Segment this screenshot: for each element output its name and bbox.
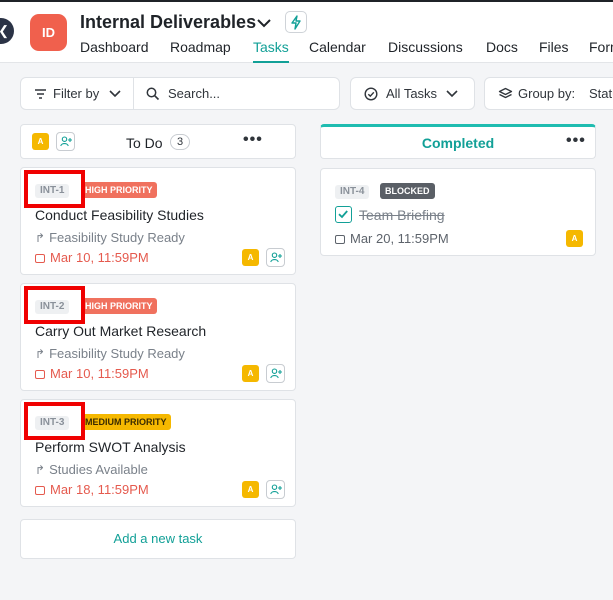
tab-calendar[interactable]: Calendar — [309, 39, 366, 63]
calendar-icon — [35, 254, 45, 263]
task-subtitle: ↱ Feasibility Study Ready — [35, 346, 185, 361]
project-badge: ID — [30, 14, 67, 51]
column-title: Completed — [421, 135, 495, 151]
calendar-icon — [35, 370, 45, 379]
add-user-icon — [270, 484, 282, 495]
checkmark-icon — [338, 210, 348, 219]
due-date: Mar 20, 11:59PM — [335, 231, 449, 246]
arrow-icon: ↱ — [35, 231, 46, 245]
priority-badge: HIGH PRIORITY — [81, 182, 157, 198]
arrow-icon: ↱ — [35, 463, 46, 477]
tab-files[interactable]: Files — [539, 39, 569, 63]
project-title[interactable]: Internal Deliverables — [80, 12, 256, 33]
layers-icon — [498, 87, 513, 99]
group-by-value: Status — [589, 86, 613, 101]
avatar[interactable]: A — [32, 133, 49, 150]
all-tasks-dropdown[interactable]: All Tasks — [350, 77, 475, 110]
search-input[interactable]: Search... — [168, 86, 220, 101]
avatar[interactable]: A — [242, 481, 259, 498]
highlight-box — [24, 170, 85, 208]
task-title[interactable]: Conduct Feasibility Studies — [35, 207, 204, 223]
due-date: Mar 10, 11:59PM — [35, 366, 149, 381]
more-options-icon[interactable]: ••• — [243, 132, 263, 148]
calendar-icon — [335, 235, 345, 244]
tab-dashboard[interactable]: Dashboard — [80, 39, 149, 63]
avatar[interactable]: A — [566, 230, 583, 247]
divider — [133, 78, 134, 109]
add-user-icon — [270, 368, 282, 379]
add-user-icon — [60, 136, 72, 147]
add-task-button[interactable]: Add a new task — [20, 519, 296, 559]
column-header-todo: A To Do 3 ••• — [20, 124, 296, 159]
avatar[interactable]: A — [242, 249, 259, 266]
task-title[interactable]: Carry Out Market Research — [35, 323, 206, 339]
highlight-box — [24, 402, 85, 440]
filter-search-bar: Filter by Search... — [20, 77, 340, 110]
assign-user-button[interactable] — [266, 248, 285, 267]
assign-user-button[interactable] — [266, 364, 285, 383]
calendar-icon — [35, 486, 45, 495]
task-checkbox[interactable] — [335, 206, 352, 223]
chevron-down-icon[interactable] — [255, 14, 273, 32]
bolt-icon — [291, 15, 301, 30]
automation-button[interactable] — [285, 11, 307, 33]
task-title[interactable]: Team Briefing — [359, 207, 445, 223]
due-date: Mar 18, 11:59PM — [35, 482, 149, 497]
highlight-box — [24, 286, 85, 324]
tab-tasks[interactable]: Tasks — [253, 39, 289, 63]
filter-icon — [35, 89, 46, 99]
task-count-badge: 3 — [170, 134, 190, 150]
avatar[interactable]: A — [242, 365, 259, 382]
assign-user-button[interactable] — [56, 132, 75, 151]
add-user-icon — [270, 252, 282, 263]
group-by-dropdown[interactable]: Group by: Status — [484, 77, 613, 110]
tab-discussions[interactable]: Discussions — [388, 39, 463, 63]
more-options-icon[interactable]: ••• — [566, 133, 586, 149]
task-title[interactable]: Perform SWOT Analysis — [35, 439, 186, 455]
chevron-down-icon[interactable] — [109, 89, 121, 99]
search-icon — [146, 87, 160, 101]
top-bar: ❮ ID Internal Deliverables Dashboard Roa… — [0, 0, 613, 63]
arrow-icon: ↱ — [35, 347, 46, 361]
task-id: INT-4 — [335, 185, 370, 199]
tab-forms[interactable]: Forms — [589, 39, 613, 63]
tab-roadmap[interactable]: Roadmap — [170, 39, 231, 63]
task-subtitle: ↱ Studies Available — [35, 462, 148, 477]
check-circle-icon — [364, 87, 378, 101]
task-subtitle: ↱ Feasibility Study Ready — [35, 230, 185, 245]
chevron-down-icon — [446, 90, 458, 98]
column-title: To Do — [126, 135, 163, 151]
priority-badge: MEDIUM PRIORITY — [81, 414, 171, 430]
back-icon[interactable]: ❮ — [0, 18, 14, 44]
tab-docs[interactable]: Docs — [486, 39, 518, 63]
all-tasks-label: All Tasks — [386, 86, 438, 101]
column-header-completed: Completed ••• — [320, 124, 596, 159]
due-date: Mar 10, 11:59PM — [35, 250, 149, 265]
status-badge: BLOCKED — [380, 183, 435, 199]
assign-user-button[interactable] — [266, 480, 285, 499]
group-by-label: Group by: — [518, 86, 576, 101]
priority-badge: HIGH PRIORITY — [81, 298, 157, 314]
filter-button[interactable]: Filter by — [53, 86, 99, 101]
task-card[interactable]: INT-4 BLOCKED Team Briefing Mar 20, 11:5… — [320, 168, 596, 256]
